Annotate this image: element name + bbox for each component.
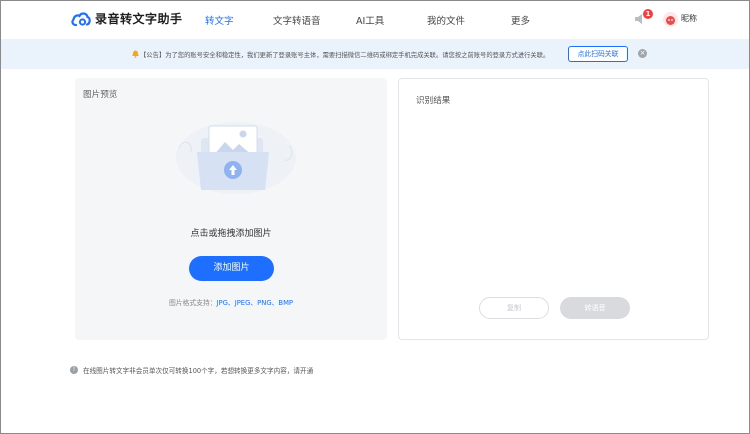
recognition-result-panel: 识别结果 复制 转语音 (398, 78, 709, 340)
close-icon[interactable]: × (638, 49, 647, 58)
image-preview-panel[interactable]: 图片预览 点击或拖拽添加图片 添加图片 图片格式支持：JPG、JPEG、PNG、… (75, 78, 387, 340)
formats-label: 图片格式支持： (168, 299, 217, 307)
add-image-button[interactable]: 添加图片 (189, 256, 274, 281)
announcement-text: 【公告】为了您的账号安全和稳定性，我们更新了登录账号主体，需要扫描微信二维码或绑… (140, 51, 550, 59)
info-icon: ! (70, 366, 78, 374)
upload-illustration-icon (176, 122, 296, 194)
formats-list: JPG、JPEG、PNG、BMP (216, 299, 294, 307)
member-limit-note: ! 在线图片转文字非会员单次仅可转换100个字，若想转换更多文字内容，请开通 (70, 365, 313, 375)
nav-my-files[interactable]: 我的文件 (427, 13, 465, 27)
user-nickname[interactable]: 昵称 (681, 13, 697, 24)
announcement-bar: 【公告】为了您的账号安全和稳定性，我们更新了登录账号主体，需要扫描微信二维码或绑… (1, 39, 749, 69)
to-speech-button[interactable]: 转语音 (560, 297, 630, 319)
top-header: 录音转文字助手 转文字 文字转语音 AI工具 我的文件 更多 1 昵称 (1, 1, 749, 38)
preview-title: 图片预览 (83, 90, 118, 100)
nav-ai-tools[interactable]: AI工具 (356, 13, 384, 27)
app-logo[interactable]: 录音转文字助手 (71, 10, 183, 27)
scan-link-button[interactable]: 点此扫码关联 (568, 46, 628, 62)
app-title: 录音转文字助手 (95, 12, 183, 26)
copy-button[interactable]: 复制 (479, 297, 549, 319)
nav-more[interactable]: 更多 (511, 13, 530, 27)
avatar[interactable] (663, 12, 678, 27)
supported-formats: 图片格式支持：JPG、JPEG、PNG、BMP (75, 297, 387, 307)
nav-speech-to-text[interactable]: 转文字 (205, 13, 234, 27)
member-limit-text: 在线图片转文字非会员单次仅可转换100个字，若想转换更多文字内容，请开通 (83, 367, 314, 375)
cloud-logo-icon (71, 11, 91, 26)
bell-icon (132, 50, 139, 58)
avatar-icon (663, 12, 678, 27)
notification-badge: 1 (643, 9, 653, 19)
nav-text-to-speech[interactable]: 文字转语音 (273, 13, 321, 27)
drop-hint: 点击或拖拽添加图片 (190, 229, 272, 239)
result-title: 识别结果 (416, 96, 451, 106)
